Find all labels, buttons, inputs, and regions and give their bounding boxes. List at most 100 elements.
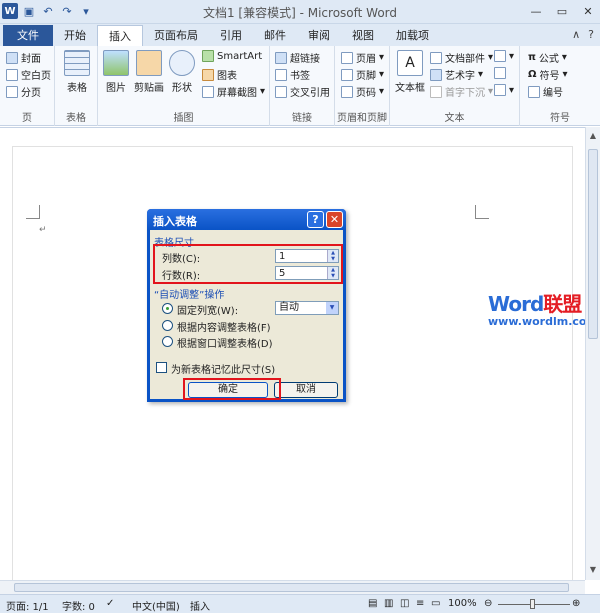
zoom-in-icon[interactable]: ⊕	[572, 598, 580, 609]
draft-icon[interactable]: ▭	[431, 598, 440, 609]
cross-reference-button[interactable]: 交叉引用	[275, 84, 330, 99]
title-bar: W ▣ ↶ ↷ ▾ 文档1 [兼容模式] - Microsoft Word — …	[0, 0, 600, 24]
tab-page-layout[interactable]: 页面布局	[143, 25, 209, 46]
blank-page-button[interactable]: 空白页	[6, 67, 51, 82]
object-icon	[494, 84, 506, 96]
watermark-url: www.wordlm.com	[488, 315, 598, 328]
pi-icon: π	[528, 52, 536, 63]
header-button[interactable]: 页眉 ▾	[341, 50, 384, 65]
smartart-icon	[202, 50, 214, 62]
horizontal-scrollbar[interactable]	[0, 580, 585, 594]
tab-file[interactable]: 文件	[3, 25, 53, 46]
fixed-width-radio[interactable]	[162, 303, 173, 314]
dialog-help-button[interactable]: ?	[307, 211, 324, 228]
zoom-level[interactable]: 100%	[448, 598, 477, 609]
dialog-title: 插入表格	[153, 215, 197, 228]
outline-icon[interactable]: ≡	[416, 598, 424, 609]
number-button[interactable]: 编号	[528, 84, 563, 99]
chart-button[interactable]: 图表	[202, 67, 237, 82]
watermark-title: Word联盟	[488, 292, 582, 316]
insert-mode-status[interactable]: 插入	[190, 598, 210, 613]
margin-corner-mark	[26, 205, 40, 219]
page-number-button[interactable]: 页码 ▾	[341, 84, 384, 99]
picture-button[interactable]: 图片	[102, 50, 130, 94]
size-highlight-box	[153, 244, 343, 284]
table-button[interactable]: 表格	[59, 50, 95, 94]
screenshot-button[interactable]: 屏幕截图 ▾	[202, 84, 265, 99]
tab-references[interactable]: 引用	[209, 25, 253, 46]
dropdown-arrow-icon: ▾	[379, 86, 385, 97]
dropdown-arrow-icon: ▾	[562, 69, 568, 80]
clipart-button[interactable]: 剪贴画	[131, 50, 167, 94]
vertical-scrollbar[interactable]: ▲ ▼	[585, 127, 600, 580]
table-icon	[64, 50, 90, 76]
symbol-button[interactable]: Ω 符号 ▾	[528, 67, 568, 82]
scroll-up-icon[interactable]: ▲	[586, 129, 600, 143]
chart-icon	[202, 68, 214, 81]
remember-size-checkbox[interactable]	[156, 362, 167, 373]
tab-insert[interactable]: 插入	[97, 25, 143, 46]
horizontal-scroll-thumb[interactable]	[14, 583, 569, 592]
help-icon[interactable]: ?	[588, 28, 594, 41]
quick-parts-icon	[430, 51, 442, 64]
omega-icon: Ω	[528, 69, 537, 80]
group-label-text: 文本	[444, 113, 465, 124]
remember-size-label: 为新表格记忆此尺寸(S)	[171, 365, 276, 376]
word-count[interactable]: 字数: 0	[62, 598, 95, 613]
wordart-button[interactable]: 艺术字 ▾	[430, 67, 483, 82]
group-pages: 封面 空白页 分页 页	[0, 46, 55, 126]
scroll-down-icon[interactable]: ▼	[586, 563, 600, 577]
web-layout-icon[interactable]: ◫	[400, 598, 409, 609]
tab-review[interactable]: 审阅	[297, 25, 341, 46]
full-screen-reading-icon[interactable]: ▥	[384, 598, 393, 609]
maximize-icon[interactable]: ▭	[554, 3, 570, 19]
autofit-content-radio[interactable]	[162, 320, 173, 331]
fixed-width-label: 固定列宽(W):	[177, 306, 239, 317]
print-layout-icon[interactable]: ▤	[368, 598, 377, 609]
vertical-scroll-thumb[interactable]	[588, 149, 598, 339]
page-count[interactable]: 页面: 1/1	[6, 598, 49, 613]
object-button[interactable]: ▾	[494, 84, 514, 96]
language-status[interactable]: 中文(中国)	[132, 598, 180, 613]
ok-highlight-box	[183, 378, 281, 400]
shapes-button[interactable]: 形状	[168, 50, 196, 94]
hyperlink-button[interactable]: 超链接	[275, 50, 320, 65]
equation-button[interactable]: π 公式 ▾	[528, 50, 567, 65]
picture-icon	[103, 50, 129, 76]
zoom-out-icon[interactable]: ⊖	[484, 598, 492, 609]
group-label-tables: 表格	[66, 113, 86, 124]
tab-mailings[interactable]: 邮件	[253, 25, 297, 46]
group-label-pages: 页	[22, 113, 32, 124]
bookmark-button[interactable]: 书签	[275, 67, 310, 82]
footer-button[interactable]: 页脚 ▾	[341, 67, 384, 82]
textbox-icon: A	[397, 50, 423, 76]
fixed-width-select[interactable]: 自动 ▼	[275, 301, 339, 315]
signature-line-button[interactable]: ▾	[494, 50, 514, 62]
tab-home[interactable]: 开始	[53, 25, 97, 46]
dialog-close-button[interactable]: ✕	[326, 211, 343, 228]
textbox-button[interactable]: A 文本框	[393, 50, 427, 94]
fixed-width-value: 自动	[279, 302, 299, 313]
proofing-icon[interactable]: ✓	[106, 598, 114, 609]
group-label-illustrations: 插图	[173, 113, 194, 124]
blank-page-icon	[6, 68, 18, 81]
zoom-slider-thumb[interactable]	[530, 599, 535, 609]
cover-page-button[interactable]: 封面	[6, 50, 41, 65]
autofit-window-radio[interactable]	[162, 336, 173, 347]
date-time-button[interactable]	[494, 67, 506, 79]
tab-addins[interactable]: 加载项	[385, 25, 440, 46]
bookmark-icon	[275, 68, 287, 81]
screenshot-icon	[202, 85, 214, 98]
cover-page-icon	[6, 51, 18, 64]
chevron-down-icon[interactable]: ▼	[326, 302, 338, 314]
close-window-icon[interactable]: ✕	[580, 3, 596, 19]
tab-view[interactable]: 视图	[341, 25, 385, 46]
cancel-button[interactable]: 取消	[274, 382, 338, 398]
drop-cap-button[interactable]: 首字下沉 ▾	[430, 84, 493, 99]
smartart-button[interactable]: SmartArt	[202, 50, 262, 62]
quick-parts-button[interactable]: 文档部件 ▾	[430, 50, 493, 65]
collapse-ribbon-icon[interactable]: ∧	[572, 28, 580, 41]
page-break-icon	[6, 85, 18, 98]
minimize-icon[interactable]: —	[528, 3, 544, 19]
page-break-button[interactable]: 分页	[6, 84, 41, 99]
